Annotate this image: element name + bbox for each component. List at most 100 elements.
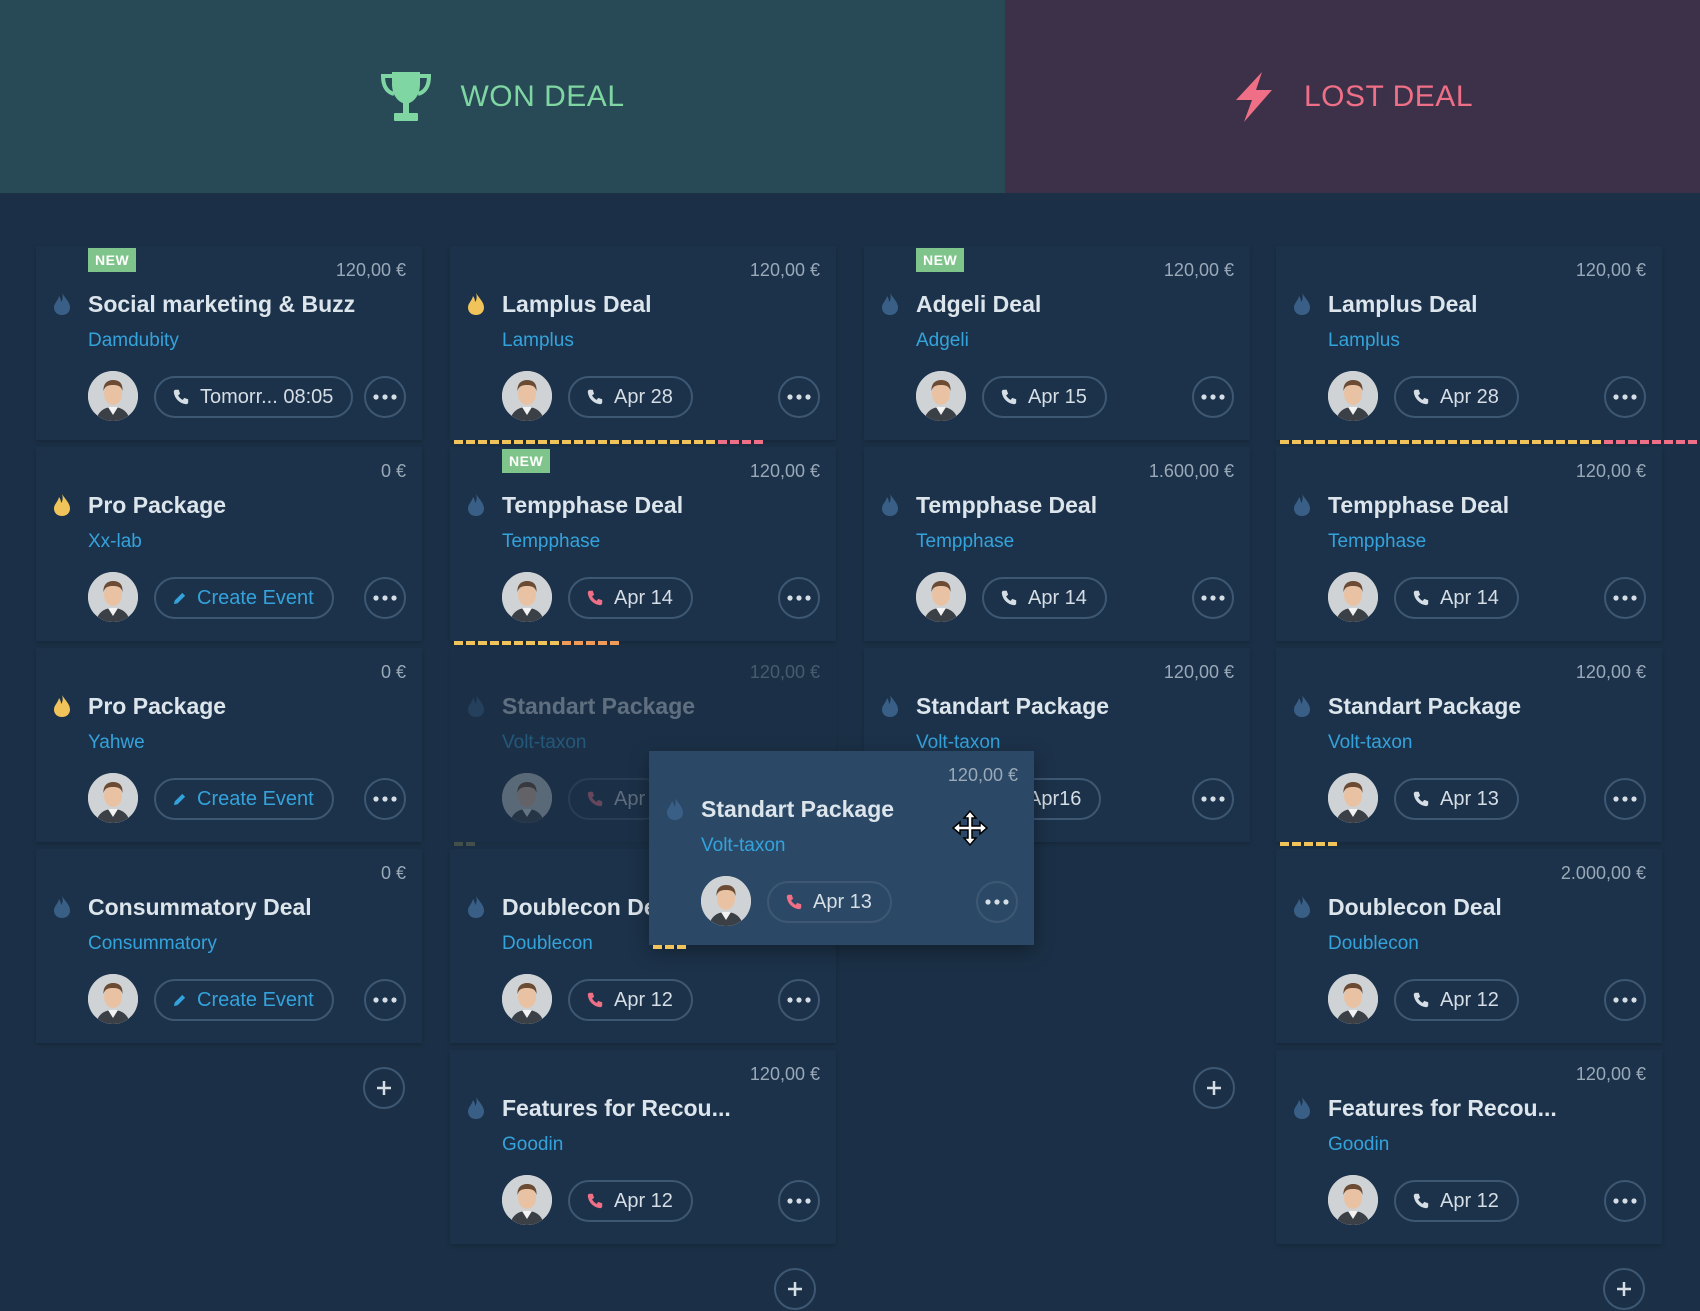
deal-title[interactable]: Features for Recou... — [1328, 1095, 1557, 1122]
avatar[interactable] — [1328, 371, 1378, 421]
next-activity-button[interactable]: Apr 14 — [1394, 577, 1519, 619]
deal-card[interactable]: 120,00 € Features for Recou... Goodin Ap… — [450, 1050, 836, 1244]
more-options-button[interactable] — [1192, 577, 1234, 619]
avatar[interactable] — [502, 371, 552, 421]
next-activity-button[interactable]: Apr 14 — [982, 577, 1107, 619]
deal-company-link[interactable]: Doublecon — [502, 933, 593, 955]
avatar[interactable] — [502, 572, 552, 622]
more-options-button[interactable] — [1192, 778, 1234, 820]
deal-title[interactable]: Standart Package — [916, 693, 1109, 720]
deal-card[interactable]: 120,00 € Lamplus Deal Lamplus Apr 28 — [450, 246, 836, 444]
avatar[interactable] — [88, 974, 138, 1024]
deal-company-link[interactable]: Damdubity — [88, 330, 179, 352]
deal-card[interactable]: NEW 120,00 € Social marketing & Buzz Dam… — [36, 246, 422, 440]
deal-card[interactable]: 0 € Consummatory Deal Consummatory Creat… — [36, 849, 422, 1043]
deal-card[interactable]: 120,00 € Standart Package Volt-taxon Apr… — [1276, 648, 1662, 846]
deal-title[interactable]: Tempphase Deal — [916, 492, 1097, 519]
more-options-button[interactable] — [1604, 778, 1646, 820]
avatar[interactable] — [502, 773, 552, 823]
deal-card[interactable]: NEW 120,00 € Adgeli Deal Adgeli Apr 15 — [864, 246, 1250, 440]
deal-company-link[interactable]: Goodin — [502, 1134, 563, 1156]
deal-card[interactable]: 120,00 € Features for Recou... Goodin Ap… — [1276, 1050, 1662, 1244]
deal-title[interactable]: Adgeli Deal — [916, 291, 1041, 318]
deal-company-link[interactable]: Xx-lab — [88, 531, 142, 553]
deal-card[interactable]: 0 € Pro Package Xx-lab Create Event — [36, 447, 422, 641]
deal-company-link[interactable]: Adgeli — [916, 330, 969, 352]
deal-title[interactable]: Standart Package — [1328, 693, 1521, 720]
deal-title[interactable]: Doublecon De — [502, 894, 657, 921]
deal-title[interactable]: Lamplus Deal — [1328, 291, 1478, 318]
create-event-button[interactable]: Create Event — [154, 979, 334, 1021]
lost-deal-dropzone[interactable]: LOST DEAL — [1005, 0, 1700, 193]
deal-card[interactable]: 0 € Pro Package Yahwe Create Event — [36, 648, 422, 842]
avatar[interactable] — [916, 572, 966, 622]
deal-title[interactable]: Tempphase Deal — [1328, 492, 1509, 519]
dragged-deal-card[interactable]: 120,00 € Standart Package Volt-taxon Apr… — [649, 751, 1034, 949]
more-options-button[interactable] — [1604, 979, 1646, 1021]
more-options-button[interactable] — [364, 979, 406, 1021]
more-options-button[interactable] — [364, 577, 406, 619]
deal-company-link[interactable]: Yahwe — [88, 732, 145, 754]
deal-company-link[interactable]: Lamplus — [1328, 330, 1400, 352]
deal-company-link[interactable]: Doublecon — [1328, 933, 1419, 955]
avatar[interactable] — [701, 876, 751, 926]
avatar[interactable] — [502, 974, 552, 1024]
avatar[interactable] — [1328, 1175, 1378, 1225]
deal-company-link[interactable]: Consummatory — [88, 933, 217, 955]
deal-title[interactable]: Consummatory Deal — [88, 894, 312, 921]
next-activity-button[interactable]: Apr 15 — [982, 376, 1107, 418]
deal-card[interactable]: 2.000,00 € Doublecon Deal Doublecon Apr … — [1276, 849, 1662, 1043]
add-deal-button[interactable] — [1603, 1268, 1645, 1310]
next-activity-button[interactable]: Apr 13 — [1394, 778, 1519, 820]
deal-title[interactable]: Standart Package — [701, 796, 894, 823]
deal-title[interactable]: Features for Recou... — [502, 1095, 731, 1122]
next-activity-button[interactable]: Apr 12 — [568, 1180, 693, 1222]
deal-title[interactable]: Lamplus Deal — [502, 291, 652, 318]
avatar[interactable] — [88, 773, 138, 823]
next-activity-button[interactable]: Apr 12 — [568, 979, 693, 1021]
more-options-button[interactable] — [364, 376, 406, 418]
more-options-button[interactable] — [1604, 1180, 1646, 1222]
avatar[interactable] — [1328, 773, 1378, 823]
more-options-button[interactable] — [364, 778, 406, 820]
deal-company-link[interactable]: Volt-taxon — [502, 732, 587, 754]
deal-title[interactable]: Pro Package — [88, 492, 226, 519]
more-options-button[interactable] — [778, 577, 820, 619]
add-deal-button[interactable] — [1193, 1067, 1235, 1109]
deal-card[interactable]: NEW 120,00 € Tempphase Deal Tempphase Ap… — [450, 447, 836, 645]
add-deal-button[interactable] — [774, 1268, 816, 1310]
deal-company-link[interactable]: Volt-taxon — [701, 835, 786, 857]
deal-title[interactable]: Social marketing & Buzz — [88, 291, 355, 318]
deal-card[interactable]: 1.600,00 € Tempphase Deal Tempphase Apr … — [864, 447, 1250, 641]
deal-title[interactable]: Standart Package — [502, 693, 695, 720]
more-options-button[interactable] — [1604, 376, 1646, 418]
more-options-button[interactable] — [778, 1180, 820, 1222]
more-options-button[interactable] — [976, 881, 1018, 923]
avatar[interactable] — [1328, 572, 1378, 622]
next-activity-button[interactable]: Apr 28 — [1394, 376, 1519, 418]
next-activity-button[interactable]: Apr 12 — [1394, 979, 1519, 1021]
next-activity-button[interactable]: Apr 28 — [568, 376, 693, 418]
more-options-button[interactable] — [778, 979, 820, 1021]
deal-company-link[interactable]: Tempphase — [1328, 531, 1426, 553]
deal-card[interactable]: 120,00 € Lamplus Deal Lamplus Apr 28 — [1276, 246, 1697, 444]
avatar[interactable] — [1328, 974, 1378, 1024]
deal-title[interactable]: Doublecon Deal — [1328, 894, 1502, 921]
avatar[interactable] — [88, 371, 138, 421]
create-event-button[interactable]: Create Event — [154, 778, 334, 820]
add-deal-button[interactable] — [363, 1067, 405, 1109]
more-options-button[interactable] — [1604, 577, 1646, 619]
more-options-button[interactable] — [1192, 376, 1234, 418]
deal-card[interactable]: 120,00 € Tempphase Deal Tempphase Apr 14 — [1276, 447, 1662, 641]
create-event-button[interactable]: Create Event — [154, 577, 334, 619]
next-activity-button[interactable]: Apr 13 — [767, 881, 892, 923]
more-options-button[interactable] — [778, 376, 820, 418]
avatar[interactable] — [502, 1175, 552, 1225]
deal-company-link[interactable]: Lamplus — [502, 330, 574, 352]
avatar[interactable] — [916, 371, 966, 421]
deal-company-link[interactable]: Volt-taxon — [1328, 732, 1413, 754]
deal-company-link[interactable]: Goodin — [1328, 1134, 1389, 1156]
next-activity-button[interactable]: Tomorr... 08:05 — [154, 376, 354, 418]
deal-title[interactable]: Tempphase Deal — [502, 492, 683, 519]
next-activity-button[interactable]: Apr 12 — [1394, 1180, 1519, 1222]
